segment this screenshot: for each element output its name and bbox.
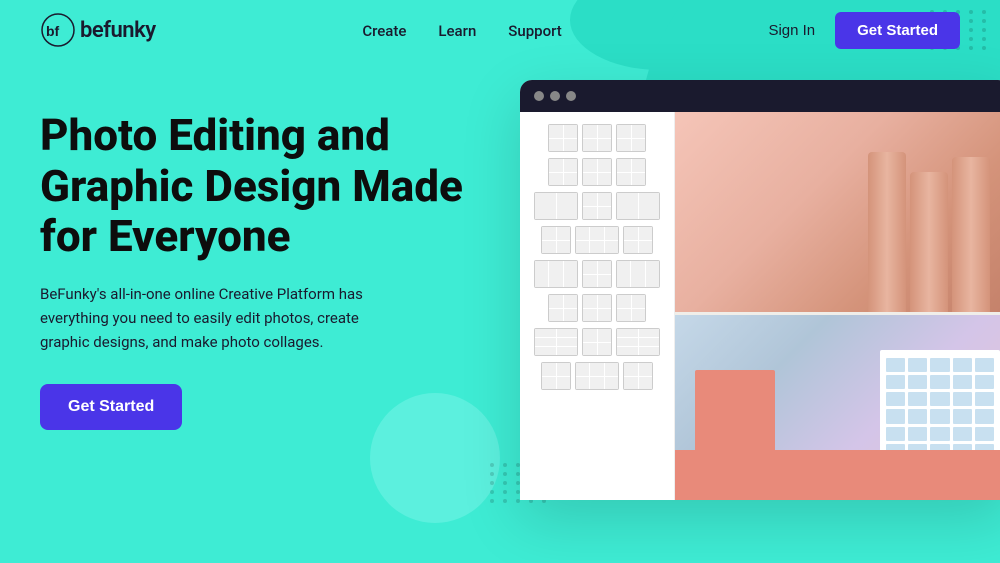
silos-image [868, 152, 990, 312]
svg-text:bf: bf [46, 23, 60, 39]
nav-item-create[interactable]: Create [362, 21, 406, 40]
collage-item[interactable] [534, 328, 578, 356]
navbar: bf befunky Create Learn Support Sign In … [0, 0, 1000, 60]
logo-icon: bf [40, 12, 76, 48]
nav-item-learn[interactable]: Learn [438, 21, 476, 40]
collage-item[interactable] [582, 328, 612, 356]
collage-item[interactable] [616, 294, 646, 322]
sign-in-button[interactable]: Sign In [768, 22, 815, 39]
nav-link-create[interactable]: Create [362, 22, 406, 40]
collage-item[interactable] [616, 328, 660, 356]
nav-link-support[interactable]: Support [508, 22, 561, 40]
logo-text: befunky [80, 18, 156, 43]
collage-row-1 [528, 124, 666, 152]
hero-left: Photo Editing and Graphic Design Made fo… [40, 90, 500, 430]
nav-item-support[interactable]: Support [508, 21, 561, 40]
hero-right [500, 90, 960, 563]
collage-item[interactable] [616, 158, 646, 186]
silo-2 [910, 172, 948, 312]
collage-row-3 [528, 192, 666, 220]
nav-links: Create Learn Support [362, 21, 561, 40]
nav-link-learn[interactable]: Learn [438, 22, 476, 40]
collage-item[interactable] [623, 362, 653, 390]
collage-row-6 [528, 294, 666, 322]
hero-subtitle: BeFunky's all-in-one online Creative Pla… [40, 282, 400, 354]
collage-row-7 [528, 328, 666, 356]
hero-title: Photo Editing and Graphic Design Made fo… [40, 110, 500, 262]
titlebar-dot-1 [534, 91, 544, 101]
app-mockup [520, 80, 1000, 500]
collage-item[interactable] [541, 226, 571, 254]
collage-item[interactable] [575, 226, 619, 254]
collage-item[interactable] [616, 192, 660, 220]
app-body [520, 112, 1000, 500]
app-sidebar [520, 112, 675, 500]
get-started-hero-button[interactable]: Get Started [40, 384, 182, 430]
get-started-nav-button[interactable]: Get Started [835, 12, 960, 49]
collage-item[interactable] [582, 158, 612, 186]
collage-item[interactable] [582, 192, 612, 220]
logo[interactable]: bf befunky [40, 12, 156, 48]
canvas-photo-bottom [675, 315, 1000, 500]
collage-item[interactable] [548, 294, 578, 322]
collage-item[interactable] [616, 260, 660, 288]
collage-row-4 [528, 226, 666, 254]
collage-row-5 [528, 260, 666, 288]
collage-item[interactable] [541, 362, 571, 390]
silo-1 [868, 152, 906, 312]
silo-3 [952, 157, 990, 312]
titlebar-dot-2 [550, 91, 560, 101]
collage-item[interactable] [534, 192, 578, 220]
collage-row-2 [528, 158, 666, 186]
collage-item[interactable] [582, 294, 612, 322]
nav-actions: Sign In Get Started [768, 12, 960, 49]
collage-row-8 [528, 362, 666, 390]
collage-item[interactable] [548, 158, 578, 186]
collage-item[interactable] [582, 260, 612, 288]
canvas-photo-top [675, 112, 1000, 312]
collage-item[interactable] [534, 260, 578, 288]
pink-wall [675, 450, 1000, 500]
collage-item[interactable] [582, 124, 612, 152]
hero-section: Photo Editing and Graphic Design Made fo… [0, 60, 1000, 563]
app-canvas [675, 112, 1000, 500]
collage-item[interactable] [575, 362, 619, 390]
titlebar-dot-3 [566, 91, 576, 101]
app-titlebar [520, 80, 1000, 112]
collage-item[interactable] [616, 124, 646, 152]
collage-item[interactable] [548, 124, 578, 152]
collage-item[interactable] [623, 226, 653, 254]
building-container [675, 315, 1000, 500]
